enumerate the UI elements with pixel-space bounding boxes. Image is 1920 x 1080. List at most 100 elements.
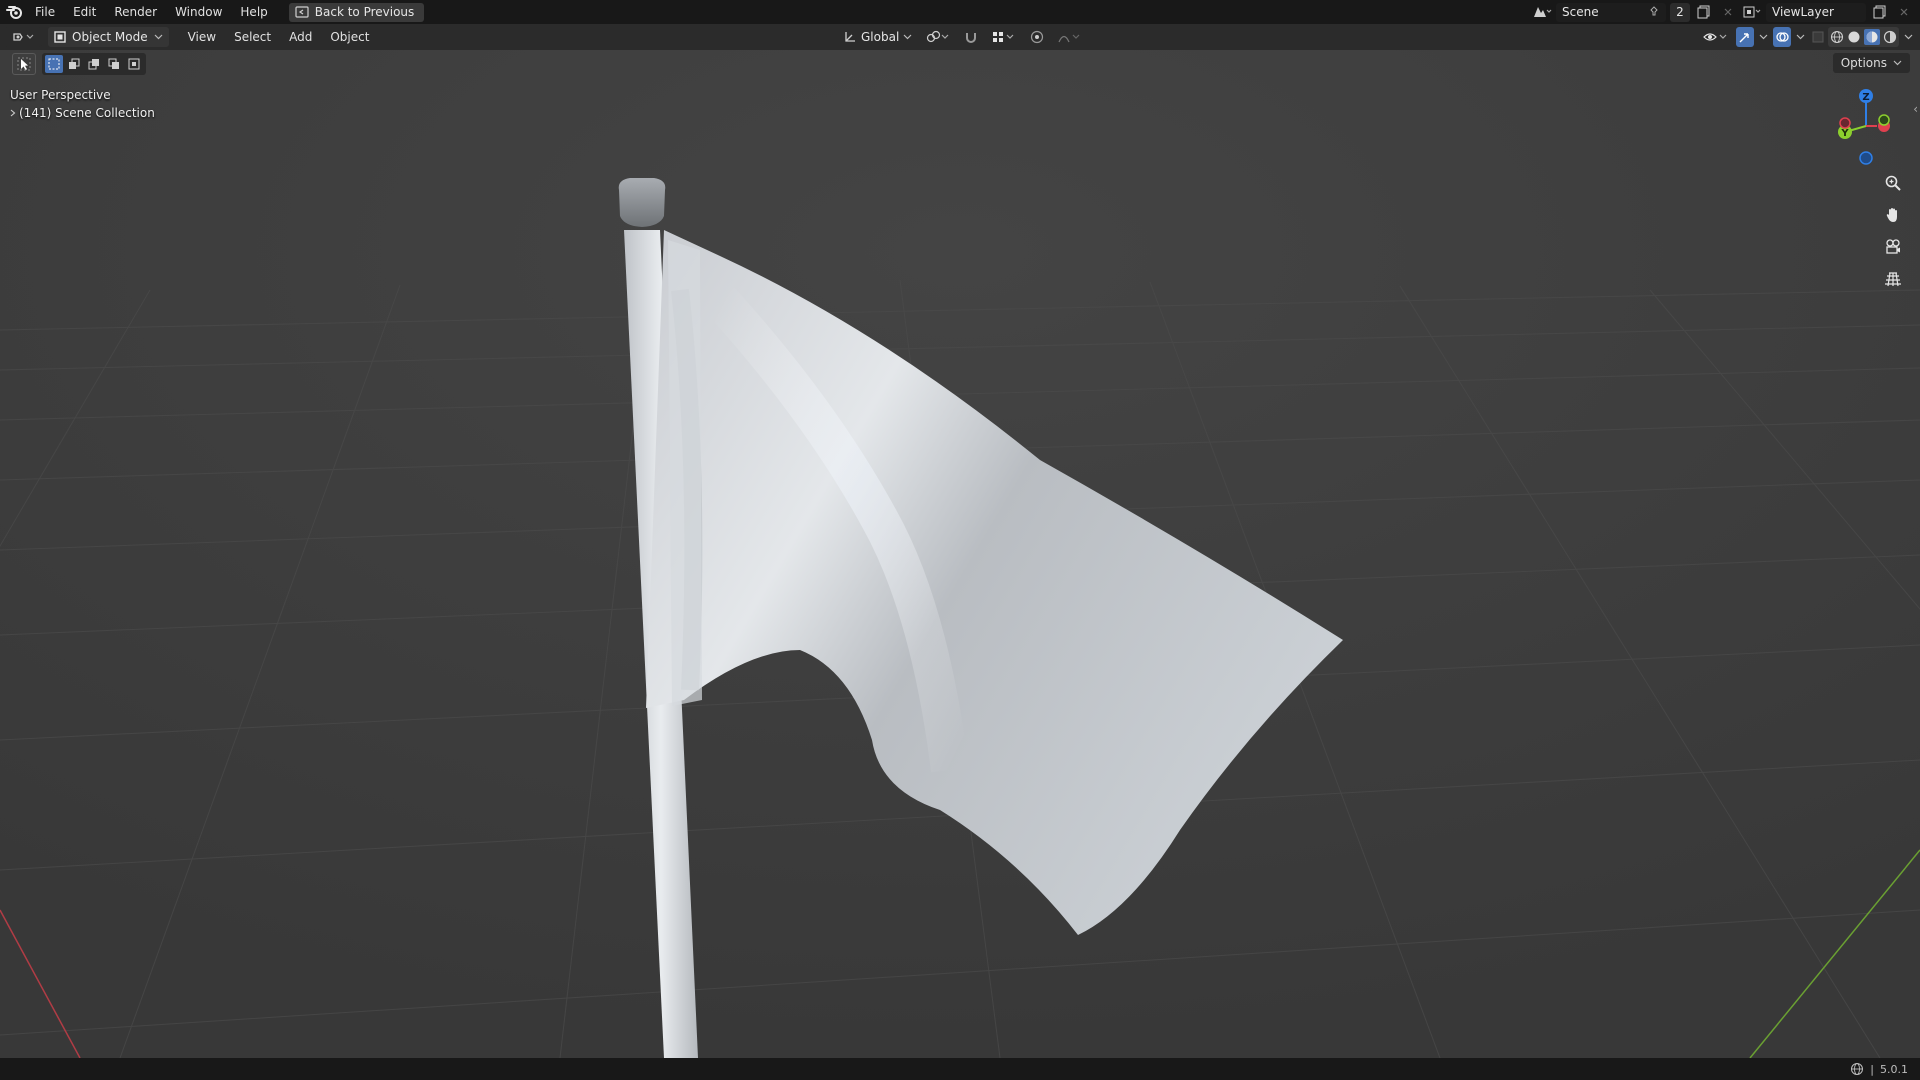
gizmo-icon: [1739, 33, 1749, 43]
chevron-down-icon: [1796, 34, 1805, 40]
orthographic-grid-icon[interactable]: [1880, 266, 1906, 292]
object-mode-dropdown[interactable]: Object Mode: [48, 27, 169, 47]
select-tool-button[interactable]: [12, 53, 36, 75]
menu-window[interactable]: Window: [166, 0, 231, 24]
editor-type-button[interactable]: [4, 27, 42, 47]
gizmo-z-label: Z: [1862, 92, 1869, 103]
transform-controls: Global: [838, 24, 1087, 50]
wireframe-shading-icon[interactable]: [1830, 30, 1844, 44]
menu-add[interactable]: Add: [280, 24, 321, 50]
flag-sleeve: [668, 240, 702, 706]
options-dropdown[interactable]: Options: [1832, 53, 1910, 73]
select-subtract-icon[interactable]: [85, 55, 103, 73]
view-perspective-label: User Perspective: [10, 88, 111, 102]
editor-type-icon: [13, 33, 34, 41]
main-menu: File Edit Render Window Help: [26, 0, 277, 24]
view-layer-field[interactable]: ViewLayer: [1766, 2, 1866, 22]
xray-toggle[interactable]: [1810, 27, 1826, 47]
overlays-dropdown[interactable]: [1793, 27, 1808, 47]
snap-target-dropdown[interactable]: [987, 27, 1021, 47]
collection-label: (141) Scene Collection: [19, 106, 155, 120]
viewport-display-controls: [1698, 24, 1916, 50]
scene-name-field[interactable]: Scene: [1556, 2, 1666, 22]
scene-users-count[interactable]: 2: [1670, 2, 1690, 22]
overlays-toggle[interactable]: [1773, 27, 1791, 47]
flag-pole-finial[interactable]: [618, 178, 666, 227]
proportional-edit-icon: [1031, 30, 1044, 44]
menu-render[interactable]: Render: [105, 0, 166, 24]
gizmo-dropdown[interactable]: [1756, 27, 1771, 47]
select-extend-icon[interactable]: [65, 55, 83, 73]
remove-scene-icon[interactable]: [1718, 2, 1738, 22]
collection-row[interactable]: (141) Scene Collection: [10, 104, 155, 122]
pin-icon[interactable]: [1648, 6, 1660, 18]
eye-icon: [1703, 33, 1727, 41]
object-mode-icon: [54, 31, 66, 43]
snap-grid-icon: [993, 32, 1014, 42]
view-layer-selector-icon[interactable]: [1742, 2, 1762, 22]
pivot-link-icon: [927, 30, 949, 43]
sidebar-toggle-icon[interactable]: ‹: [1913, 102, 1918, 116]
status-bar: | 5.0.1: [0, 1058, 1920, 1080]
gizmo-neg-z-axis[interactable]: [1859, 151, 1873, 165]
new-scene-icon[interactable]: [1694, 2, 1714, 22]
menu-object[interactable]: Object: [321, 24, 378, 50]
chevron-down-icon: [903, 34, 912, 40]
menu-view[interactable]: View: [179, 24, 225, 50]
3d-viewport[interactable]: [0, 50, 1920, 1058]
overlays-icon: [1776, 32, 1789, 42]
magnet-icon: [966, 33, 977, 43]
menu-help[interactable]: Help: [231, 0, 276, 24]
scene-selector-icon[interactable]: [1532, 2, 1552, 22]
remove-view-layer-icon[interactable]: [1894, 2, 1914, 22]
visibility-dropdown[interactable]: [1698, 27, 1734, 47]
material-preview-shading-icon[interactable]: [1864, 29, 1880, 45]
gizmo-neg-y-axis[interactable]: [1878, 114, 1890, 126]
chevron-down-icon: [1893, 60, 1902, 66]
status-divider: |: [1870, 1062, 1874, 1076]
scene-name: Scene: [1562, 5, 1599, 19]
shading-dropdown[interactable]: [1901, 27, 1916, 47]
pan-hand-icon[interactable]: [1880, 202, 1906, 228]
gizmo-toggle[interactable]: [1736, 27, 1754, 47]
topbar-right: Scene 2 ViewLayer: [1532, 0, 1920, 24]
menu-edit[interactable]: Edit: [64, 0, 105, 24]
chevron-right-icon: [10, 109, 16, 117]
cursor-arrow-icon: [17, 57, 31, 71]
view-layer-name: ViewLayer: [1772, 5, 1834, 19]
new-view-layer-icon[interactable]: [1870, 2, 1890, 22]
pivot-point-dropdown[interactable]: [921, 27, 955, 47]
xray-icon: [1812, 31, 1824, 43]
select-intersect-icon[interactable]: [125, 55, 143, 73]
chevron-down-icon: [1904, 34, 1913, 40]
back-to-previous-label: Back to Previous: [314, 5, 415, 19]
falloff-dropdown[interactable]: [1053, 27, 1087, 47]
chevron-down-icon: [1759, 34, 1768, 40]
viewport-nav-buttons: [1880, 170, 1906, 292]
back-to-previous-button[interactable]: Back to Previous: [288, 2, 425, 22]
falloff-curve-icon: [1058, 34, 1080, 43]
transform-orientation-dropdown[interactable]: Global: [838, 27, 917, 47]
orientation-axes-icon: [845, 32, 855, 42]
gizmo-neg-x-axis[interactable]: [1839, 117, 1851, 129]
snap-toggle[interactable]: [959, 27, 983, 47]
solid-shading-icon[interactable]: [1847, 30, 1861, 44]
chevron-down-icon: [154, 34, 163, 40]
screen-back-icon: [295, 6, 309, 18]
zoom-icon[interactable]: [1880, 170, 1906, 196]
camera-view-icon[interactable]: [1880, 234, 1906, 260]
blender-logo-icon[interactable]: [4, 0, 26, 24]
tool-header-row: [12, 53, 146, 75]
object-mode-label: Object Mode: [72, 30, 148, 44]
proportional-editing-toggle[interactable]: [1025, 27, 1049, 47]
version-label: 5.0.1: [1880, 1062, 1908, 1076]
rendered-shading-icon[interactable]: [1883, 30, 1897, 44]
select-invert-icon[interactable]: [105, 55, 123, 73]
select-new-icon[interactable]: [45, 55, 63, 73]
menu-select[interactable]: Select: [225, 24, 280, 50]
navigation-gizmo[interactable]: Z Y: [1826, 86, 1906, 166]
menu-file[interactable]: File: [26, 0, 64, 24]
gizmo-y-label: Y: [1840, 128, 1849, 139]
shading-mode-group: [1828, 27, 1899, 47]
globe-icon[interactable]: [1850, 1062, 1864, 1076]
